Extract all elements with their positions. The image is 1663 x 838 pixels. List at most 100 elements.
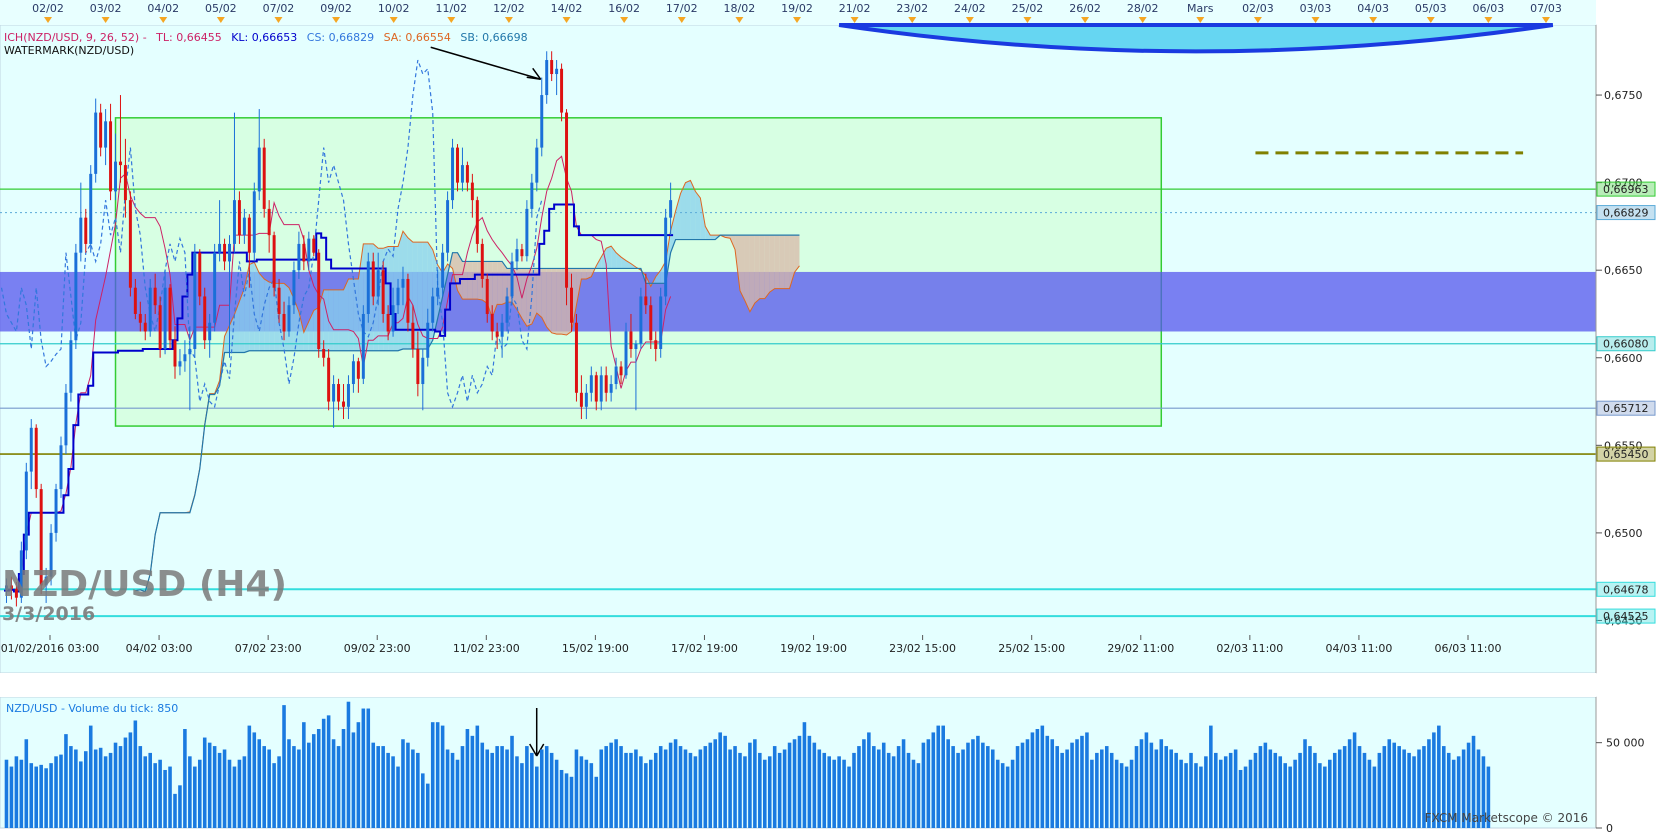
volume-bar [1000, 763, 1005, 828]
legend-watermark: WATERMARK(NZD/USD) [4, 44, 134, 57]
candle-body [228, 243, 231, 262]
candle-body [84, 217, 88, 244]
candle-body [34, 427, 38, 490]
volume-bar [143, 756, 148, 828]
volume-bar [668, 742, 673, 828]
candle-body [589, 375, 593, 393]
volume-bar [763, 759, 767, 828]
top-date-label: 11/02 [435, 2, 467, 15]
candle-body [237, 200, 241, 236]
candle-body [619, 366, 623, 376]
volume-bar [227, 759, 232, 828]
volume-bar [867, 732, 871, 828]
candle-body [213, 252, 217, 323]
volume-bar [1323, 766, 1327, 828]
volume-bar [535, 766, 539, 828]
cloud-segment [259, 273, 265, 351]
cloud-segment [744, 235, 750, 312]
volume-bar [1377, 752, 1382, 828]
chart-title: NZD/USD (H4) [2, 564, 287, 605]
cloud-segment [536, 268, 542, 318]
volume-bar [1040, 725, 1045, 828]
candle-body [366, 261, 370, 314]
volume-bar [792, 739, 797, 828]
candle-body [614, 366, 618, 385]
volume-bar [34, 766, 38, 828]
volume-bar [183, 729, 187, 828]
candle-body [500, 322, 504, 337]
volume-bar [1050, 739, 1055, 828]
volume-bar [1218, 759, 1223, 828]
candle-body [386, 313, 390, 332]
volume-bar [772, 746, 777, 828]
volume-bar [728, 749, 732, 828]
top-date-label: 25/02 [1012, 2, 1044, 15]
candle-body [465, 165, 469, 183]
volume-bar [381, 746, 385, 828]
volume-bar [961, 749, 965, 828]
volume-bar [207, 742, 212, 828]
volume-bar [658, 746, 663, 828]
candle-body [54, 489, 58, 533]
candle-body [158, 305, 162, 349]
price-axis-ticks: 0,67500,67000,66500,66000,65500,65000,64… [1596, 89, 1643, 627]
volume-bar [485, 749, 490, 828]
volume-bar [767, 756, 772, 828]
volume-bar [1238, 769, 1243, 828]
volume-bar [1070, 742, 1074, 828]
candle-body [267, 208, 271, 236]
volume-bar [817, 749, 822, 828]
volume-bar [39, 764, 43, 828]
volume-bar [1318, 763, 1322, 828]
volume-bar [886, 752, 891, 828]
volume-bar [416, 752, 420, 828]
cloud-segment [521, 268, 527, 327]
candle-body [446, 200, 450, 253]
candle-body [302, 243, 306, 262]
volume-bar [242, 756, 247, 828]
volume-bar [1223, 756, 1228, 828]
volume-bar [995, 759, 1000, 828]
top-date-label: 19/02 [781, 2, 813, 15]
volume-bar [1045, 735, 1050, 828]
candle-body [381, 270, 385, 314]
volume-bar [9, 766, 14, 828]
candle-body [29, 427, 33, 472]
cloud-segment [764, 235, 770, 299]
volume-bar [649, 759, 653, 828]
volume-bar [629, 752, 633, 828]
volume-bar [544, 746, 549, 828]
candle-body [327, 357, 331, 402]
price-badge-label: 0,66829 [1603, 207, 1649, 220]
candle-body [490, 313, 494, 332]
volume-bar [74, 749, 78, 828]
volume-bar [862, 739, 866, 828]
volume-bar [321, 718, 326, 828]
volume-bar [396, 766, 400, 828]
cloud-segment [546, 268, 552, 333]
volume-bar [450, 752, 455, 828]
volume-bar [475, 725, 480, 828]
volume-bar [272, 763, 276, 828]
volume-bar [69, 746, 73, 828]
volume-bar [1362, 752, 1367, 828]
volume-bar [202, 737, 207, 828]
cloud-segment [462, 261, 468, 300]
top-date-label: 12/02 [493, 2, 525, 15]
cloud-segment [323, 289, 329, 351]
volume-bar [1243, 766, 1248, 828]
volume-bar [837, 756, 841, 828]
volume-bar [896, 746, 901, 828]
volume-bar [812, 742, 817, 828]
volume-bar [83, 751, 88, 828]
volume-bar [103, 756, 108, 828]
cloud-segment [467, 261, 473, 300]
top-date-label: 26/02 [1069, 2, 1101, 15]
volume-bar [1228, 752, 1233, 828]
bottom-date-label: 19/02 19:00 [780, 642, 847, 655]
volume-bar [1100, 749, 1104, 828]
volume-bar [1367, 759, 1372, 828]
volume-bar [733, 746, 737, 828]
volume-bar [490, 752, 494, 828]
volume-axis-ticks: 50 000 0 [1596, 737, 1645, 835]
